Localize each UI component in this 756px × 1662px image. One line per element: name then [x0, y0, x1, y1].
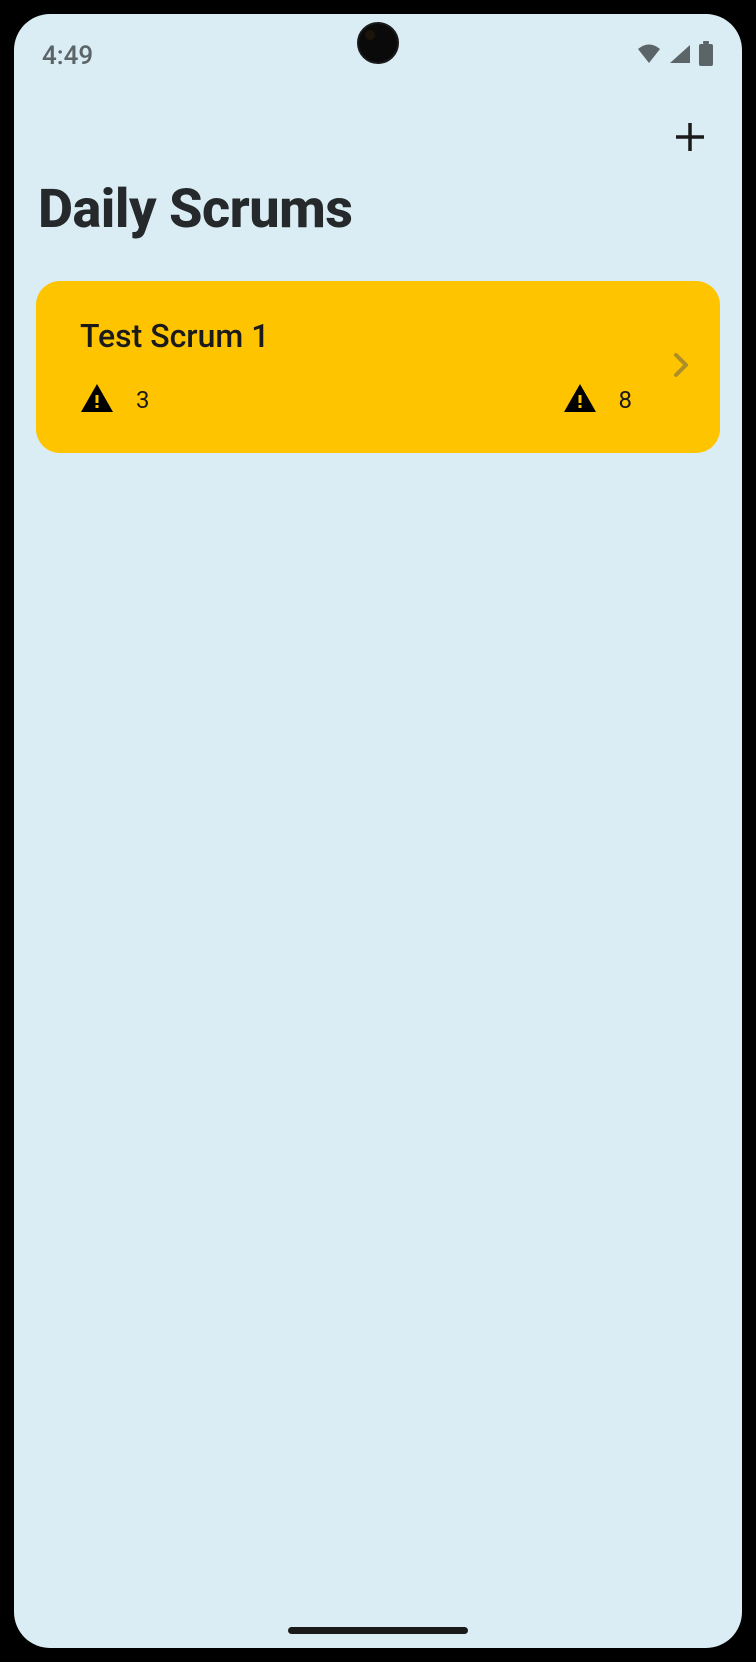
plus-icon [672, 119, 708, 158]
screen: 4:49 [14, 14, 742, 1648]
wifi-icon [636, 43, 662, 69]
page-title: Daily Scrums [14, 172, 742, 281]
stat-duration-value: 8 [619, 386, 633, 414]
scrum-stats: 3 8 [80, 383, 672, 417]
warning-icon [563, 383, 597, 417]
navigation-bar[interactable] [288, 1627, 468, 1634]
stat-group-attendees: 3 [80, 383, 150, 417]
add-button[interactable] [666, 114, 714, 162]
stat-group-duration: 8 [563, 383, 633, 417]
scrum-title: Test Scrum 1 [80, 317, 672, 355]
device-frame: 4:49 [0, 0, 756, 1662]
camera-notch [357, 22, 399, 64]
warning-icon [80, 383, 114, 417]
status-time: 4:49 [42, 41, 93, 71]
scrum-card[interactable]: Test Scrum 1 3 [36, 281, 720, 453]
content-area: Test Scrum 1 3 [14, 281, 742, 453]
chevron-right-icon [672, 351, 690, 383]
scrum-card-body: Test Scrum 1 3 [80, 317, 672, 417]
header [14, 74, 742, 172]
battery-icon [698, 41, 714, 71]
stat-attendees-value: 3 [136, 386, 150, 414]
status-icons [636, 41, 714, 71]
cell-signal-icon [668, 43, 692, 69]
